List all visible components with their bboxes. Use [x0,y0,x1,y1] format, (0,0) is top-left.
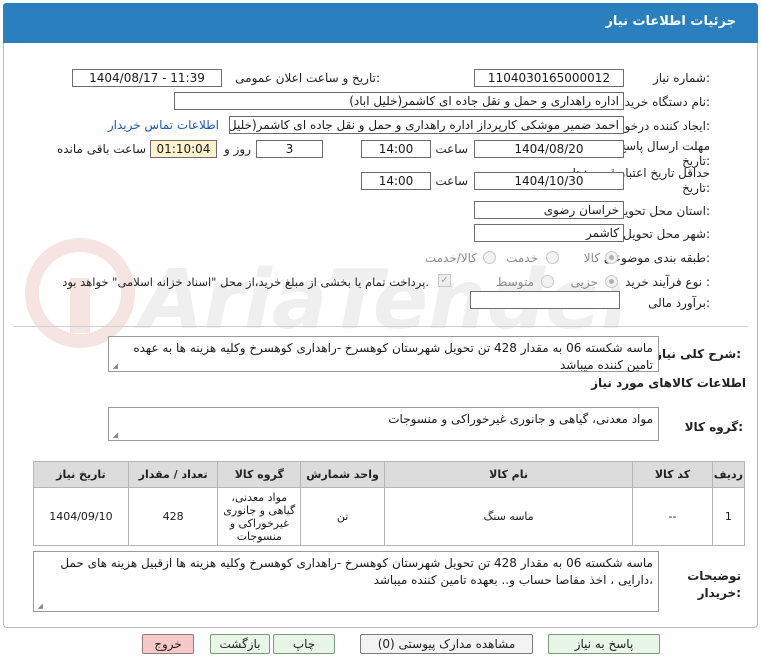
category-radio-goods-service[interactable] [483,251,496,264]
remaining-label: ساعت باقی مانده [56,142,146,156]
city-field: کاشمر [474,224,624,242]
page-header: جزئیات اطلاعات نیاز [3,3,758,43]
buyer-label: نام دستگاه خریدار: [615,95,711,109]
need-number-label: شماره نیاز: [652,71,710,85]
category-label: طبقه بندی موضوعی: [603,251,710,265]
goods-group-textarea[interactable]: مواد معدنی، گیاهی و جانوری غیرخوراکی و م… [108,407,659,441]
cell-row: 1 [711,487,746,546]
category-radio-goods[interactable] [605,251,618,264]
cell-unit: تن [300,487,385,546]
summary-label: شرح کلی نیاز: [655,347,741,361]
process-option-minor: جزیی [570,275,598,289]
cell-code: -- [632,487,713,546]
days-label: روز و [224,142,251,156]
notes-text: ماسه شکسته 06 به مقدار 428 تن تحویل شهرس… [60,556,653,587]
category-option-goods: کالا [583,251,600,265]
buyer-contact-link[interactable]: اطلاعات تماس خریدار [108,118,219,132]
deadline-date-field: 1404/08/20 [474,140,624,158]
need-number-field: 1104030165000012 [474,69,624,87]
announce-datetime-field: 1404/08/17 - 11:39 [72,69,222,87]
process-label: نوع فرآیند خرید : [625,275,710,289]
print-button[interactable]: چاپ [273,634,335,654]
col-header-row: ردیف [711,461,746,488]
process-radio-medium[interactable] [541,275,554,288]
process-radio-minor[interactable] [605,275,618,288]
treasury-payment-checkbox[interactable]: ✓ [438,274,451,287]
cell-qty: 428 [127,487,219,546]
goods-section-title: اطلاعات کالاهای مورد نیاز [591,376,746,390]
validity-time-label: ساعت [435,174,468,188]
announce-label: تاریخ و ساعت اعلان عمومی: [235,71,380,85]
remaining-time-field: 01:10:04 [150,140,217,158]
col-header-code: کد کالا [632,461,713,488]
col-header-qty: تعداد / مقدار [127,461,219,488]
view-attachments-button[interactable]: مشاهده مدارک پیوستی (0) [360,634,533,654]
city-label: شهر محل تحویل: [623,227,710,241]
process-option-medium: متوسط [496,275,534,289]
col-header-name: نام کالا [383,461,634,488]
estimate-label: برآورد مالی: [648,296,710,310]
goods-group-label: گروه کالا: [684,420,743,434]
treasury-payment-note: پرداخت تمام یا بخشی از مبلغ خرید،از محل … [62,275,429,289]
deadline-time-field: 14:00 [361,140,431,158]
page-title: جزئیات اطلاعات نیاز [605,14,736,29]
province-label: استان محل تحویل: [615,204,710,218]
creator-field: احمد ضمیر موشکی کارپرداز اداره راهداری و… [229,116,624,134]
notes-label: توضیحات خریدار: [687,569,741,600]
summary-text: ماسه شکسته 06 به مقدار 428 تن تحویل شهرس… [133,341,653,372]
table-header-row: ردیف کد کالا نام کالا واحد شمارش گروه کا… [33,461,746,488]
estimate-field[interactable] [470,291,620,309]
deadline-time-label: ساعت [435,142,468,156]
province-field: خراسان رضوی [474,201,624,219]
resize-grip-icon: ◢ [112,431,118,439]
col-header-group: گروه کالا [217,461,302,488]
cell-name: ماسه سنگ [383,487,634,546]
exit-button[interactable]: خروج [142,634,194,654]
notes-textarea[interactable]: ماسه شکسته 06 به مقدار 428 تن تحویل شهرس… [33,551,659,612]
category-option-service: خدمت [506,251,538,265]
resize-grip-icon: ◢ [37,602,43,610]
resize-grip-icon: ◢ [112,362,118,370]
validity-date-field: 1404/10/30 [474,172,624,190]
col-header-date: تاریخ نیاز [33,461,129,488]
section-divider [13,326,748,327]
respond-button[interactable]: پاسخ به نیاز [548,634,660,654]
col-header-unit: واحد شمارش [300,461,385,488]
cell-group: مواد معدنی، گیاهی و جانوری غیرخوراکی و م… [217,487,302,546]
items-table: ردیف کد کالا نام کالا واحد شمارش گروه کا… [33,461,746,546]
summary-textarea[interactable]: ماسه شکسته 06 به مقدار 428 تن تحویل شهرس… [108,336,659,372]
goods-group-text: مواد معدنی، گیاهی و جانوری غیرخوراکی و م… [388,412,653,426]
buyer-field: اداره راهداری و حمل و نقل جاده ای کاشمر(… [174,92,624,110]
back-button[interactable]: بازگشت [210,634,270,654]
table-row: 1 -- ماسه سنگ تن مواد معدنی، گیاهی و جان… [33,487,746,546]
category-option-goods-service: کالا/خدمت [424,251,477,265]
cell-date: 1404/09/10 [33,487,129,546]
validity-time-field: 14:00 [361,172,431,190]
category-radio-service[interactable] [546,251,559,264]
days-field: 3 [256,140,323,158]
